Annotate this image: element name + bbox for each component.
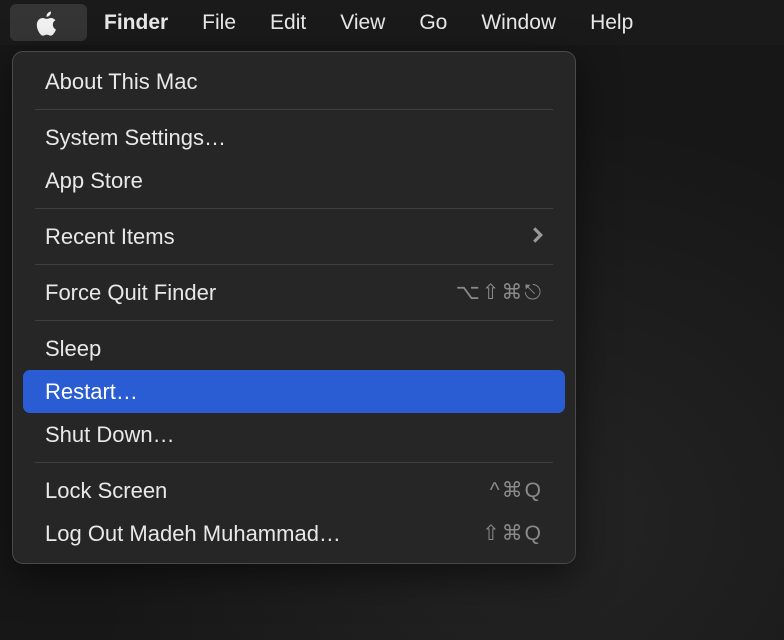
menubar-app-name[interactable]: Finder: [87, 5, 185, 41]
menu-item-restart[interactable]: Restart…: [23, 370, 565, 413]
menubar: Finder File Edit View Go Window Help: [0, 0, 784, 45]
menu-separator: [35, 264, 553, 265]
menu-item-label: Log Out Madeh Muhammad…: [45, 521, 341, 547]
menu-item-label: Restart…: [45, 379, 138, 405]
menu-item-label: About This Mac: [45, 69, 197, 95]
chevron-right-icon: [532, 224, 543, 250]
menubar-item-file[interactable]: File: [185, 5, 253, 41]
menu-item-label: Force Quit Finder: [45, 280, 216, 306]
menu-item-log-out[interactable]: Log Out Madeh Muhammad… ⇧⌘Q: [23, 512, 565, 555]
apple-logo-icon: [34, 8, 59, 37]
keyboard-shortcut: ⇧⌘Q: [482, 521, 543, 546]
menu-separator: [35, 320, 553, 321]
keyboard-shortcut: ⌥⇧⌘⎋: [456, 280, 543, 305]
menu-item-label: System Settings…: [45, 125, 226, 151]
menu-item-label: Shut Down…: [45, 422, 175, 448]
menu-separator: [35, 109, 553, 110]
menu-item-about-this-mac[interactable]: About This Mac: [23, 60, 565, 103]
menu-item-force-quit[interactable]: Force Quit Finder ⌥⇧⌘⎋: [23, 271, 565, 314]
menu-item-lock-screen[interactable]: Lock Screen ^⌘Q: [23, 469, 565, 512]
menubar-item-window[interactable]: Window: [464, 5, 573, 41]
menu-item-label: App Store: [45, 168, 143, 194]
menu-item-system-settings[interactable]: System Settings…: [23, 116, 565, 159]
menu-separator: [35, 462, 553, 463]
menu-item-app-store[interactable]: App Store: [23, 159, 565, 202]
menu-item-recent-items[interactable]: Recent Items: [23, 215, 565, 258]
menu-item-label: Recent Items: [45, 224, 175, 250]
menu-item-shut-down[interactable]: Shut Down…: [23, 413, 565, 456]
keyboard-shortcut: ^⌘Q: [490, 478, 543, 503]
menu-item-label: Sleep: [45, 336, 101, 362]
menu-item-sleep[interactable]: Sleep: [23, 327, 565, 370]
menubar-item-view[interactable]: View: [323, 5, 402, 41]
apple-menu-dropdown: About This Mac System Settings… App Stor…: [12, 51, 576, 564]
menu-separator: [35, 208, 553, 209]
menu-item-label: Lock Screen: [45, 478, 167, 504]
menubar-item-go[interactable]: Go: [402, 5, 464, 41]
apple-menu-button[interactable]: [10, 4, 87, 41]
menubar-item-help[interactable]: Help: [573, 5, 650, 41]
menubar-item-edit[interactable]: Edit: [253, 5, 323, 41]
